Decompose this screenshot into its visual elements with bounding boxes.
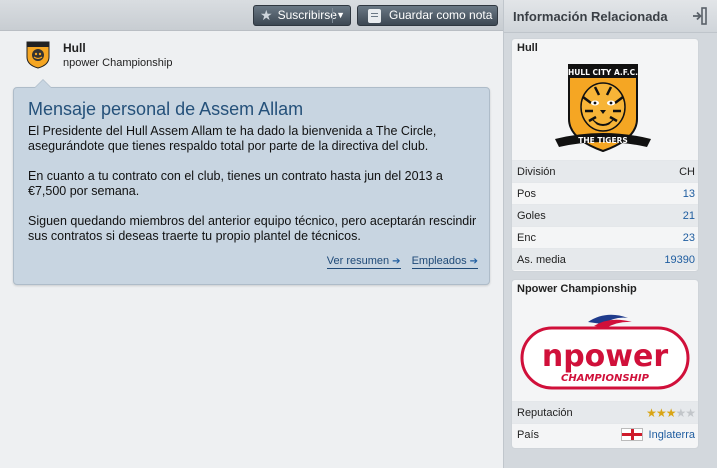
stat-row-attendance: As. media 19390 bbox=[512, 248, 698, 270]
league-stats-table: Reputación ★ ★ ★ ★ ★ País Inglaterra bbox=[512, 401, 698, 445]
club-card-title[interactable]: Hull bbox=[517, 42, 538, 54]
hull-crest-image: HULL CITY A.F.C. THE TIGERS bbox=[555, 64, 651, 153]
save-note-label: Guardar como nota bbox=[389, 8, 493, 22]
reputation-row: Reputación ★ ★ ★ ★ ★ bbox=[512, 401, 698, 423]
save-note-button[interactable]: Guardar como nota bbox=[357, 5, 498, 26]
club-info-card: Hull HULL CITY A.F.C. THE TIGERS Divisió… bbox=[511, 38, 699, 272]
bubble-pointer bbox=[34, 79, 52, 88]
arrow-right-icon: ➔ bbox=[392, 255, 401, 267]
country-value: Inglaterra bbox=[648, 428, 695, 441]
league-card-title[interactable]: Npower Championship bbox=[517, 283, 637, 295]
npower-championship-logo: npower CHAMPIONSHIP bbox=[520, 314, 690, 390]
stat-value[interactable]: 13 bbox=[683, 188, 695, 200]
related-info-header: Información Relacionada bbox=[504, 0, 717, 33]
message-paragraph: Siguen quedando miembros del anterior eq… bbox=[28, 214, 477, 243]
stat-label: División bbox=[517, 165, 556, 178]
stat-label: Enc bbox=[517, 231, 536, 244]
staff-link[interactable]: Empleados ➔ bbox=[411, 255, 478, 269]
league-info-card: Npower Championship npower CHAMPIONSHIP … bbox=[511, 279, 699, 449]
star-icon: ★ bbox=[260, 7, 273, 23]
country-label: País bbox=[517, 428, 540, 441]
club-crest-icon[interactable] bbox=[23, 39, 53, 69]
stat-row-conceded: Enc 23 bbox=[512, 226, 698, 248]
message-paragraph: En cuanto a tu contrato con el club, tie… bbox=[28, 169, 443, 198]
star-empty-icon: ★ bbox=[685, 405, 696, 420]
related-info-panel: Información Relacionada Hull HULL CITY A… bbox=[503, 0, 717, 468]
crest-top-text: HULL CITY A.F.C. bbox=[568, 68, 638, 77]
stat-label: Goles bbox=[517, 209, 546, 222]
club-league[interactable]: npower Championship bbox=[63, 57, 172, 69]
view-summary-link[interactable]: Ver resumen ➔ bbox=[326, 255, 401, 269]
country-link[interactable]: Inglaterra bbox=[620, 428, 695, 441]
stat-row-goals: Goles 21 bbox=[512, 204, 698, 226]
reputation-stars: ★ ★ ★ ★ ★ bbox=[646, 405, 696, 420]
stat-value[interactable]: 19390 bbox=[664, 254, 695, 266]
message-links: Ver resumen ➔ Empleados ➔ bbox=[326, 255, 478, 269]
england-flag-icon bbox=[620, 428, 643, 441]
stat-row-division: División CH bbox=[512, 160, 698, 182]
subscribe-label: Suscribirse bbox=[277, 8, 337, 22]
stat-row-pos: Pos 13 bbox=[512, 182, 698, 204]
stat-value[interactable]: 23 bbox=[683, 232, 695, 244]
subscribe-button[interactable]: ★ Suscribirse ▼ bbox=[253, 5, 351, 26]
championship-logo-text: CHAMPIONSHIP bbox=[561, 373, 650, 384]
stat-label: As. media bbox=[517, 253, 566, 266]
npower-logo-text: npower bbox=[542, 339, 669, 374]
stat-value[interactable]: 21 bbox=[683, 210, 695, 222]
message-bubble: Mensaje personal de Assem Allam El Presi… bbox=[13, 79, 490, 285]
message-title: Mensaje personal de Assem Allam bbox=[28, 99, 304, 119]
note-icon bbox=[368, 8, 381, 23]
button-divider bbox=[332, 8, 333, 23]
main-panel: ★ Suscribirse ▼ Guardar como nota Hull n… bbox=[0, 0, 503, 468]
stat-label: Pos bbox=[517, 187, 536, 200]
star-icon: ★ bbox=[665, 405, 677, 420]
chevron-down-icon[interactable]: ▼ bbox=[336, 6, 345, 25]
stat-value: CH bbox=[679, 165, 695, 178]
crest-bottom-text: THE TIGERS bbox=[578, 136, 628, 145]
staff-label: Empleados bbox=[411, 255, 467, 267]
club-header: Hull npower Championship bbox=[23, 38, 323, 74]
toolbar: ★ Suscribirse ▼ Guardar como nota bbox=[0, 0, 503, 31]
star-icon: ★ bbox=[655, 405, 667, 420]
close-panel-icon[interactable] bbox=[692, 7, 708, 25]
reputation-label: Reputación bbox=[517, 406, 573, 419]
message-body: El Presidente del Hull Assem Allam te ha… bbox=[28, 124, 480, 259]
related-info-title: Información Relacionada bbox=[513, 9, 668, 24]
star-empty-icon: ★ bbox=[675, 405, 686, 420]
message-paragraph: El Presidente del Hull Assem Allam te ha… bbox=[28, 124, 437, 153]
country-row: País Inglaterra bbox=[512, 423, 698, 445]
club-stats-table: División CH Pos 13 Goles 21 Enc 23 As. m… bbox=[512, 160, 698, 270]
star-icon: ★ bbox=[646, 405, 657, 420]
view-summary-label: Ver resumen bbox=[326, 255, 390, 267]
club-name[interactable]: Hull bbox=[63, 41, 86, 55]
arrow-right-icon: ➔ bbox=[469, 255, 478, 267]
